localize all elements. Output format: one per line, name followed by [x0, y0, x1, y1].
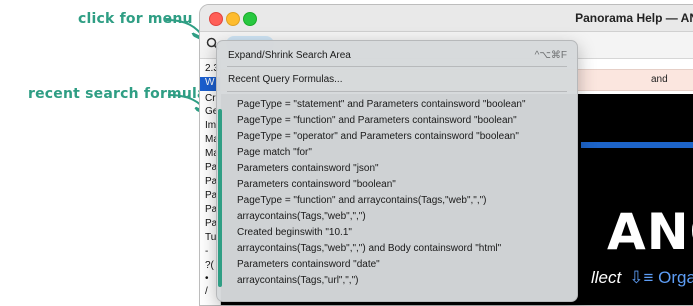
- sidebar-item[interactable]: •: [205, 273, 209, 284]
- sidebar-item[interactable]: Im: [205, 120, 216, 131]
- banner-organize-text: ⇩≡ Orga: [629, 268, 693, 287]
- banner-stripe: [581, 142, 693, 148]
- menu-item-expand-shrink[interactable]: Expand/Shrink Search Area: [228, 50, 351, 61]
- banner-tagline: llect ⇩≡ Orga: [591, 268, 693, 288]
- menu-item-recent-query-formulas[interactable]: Recent Query Formulas...: [228, 74, 342, 85]
- menu-item-formula[interactable]: arraycontains(Tags,"web",","): [237, 211, 366, 222]
- menu-item-formula[interactable]: arraycontains(Tags,"web",",") and Body c…: [237, 243, 501, 254]
- close-window-button[interactable]: [209, 12, 223, 26]
- menu-item-formula[interactable]: Parameters containsword "date": [237, 259, 380, 270]
- annotation-formula-bracket: [218, 109, 222, 287]
- sidebar-item[interactable]: ?(: [205, 260, 214, 271]
- sidebar-item[interactable]: -: [205, 246, 208, 257]
- menu-separator: [227, 66, 567, 67]
- menu-item-formula[interactable]: PageType = "function" and arraycontains(…: [237, 195, 487, 206]
- title-bar: Panorama Help — AN: [200, 5, 693, 32]
- window-title: Panorama Help — AN: [575, 11, 693, 25]
- banner-logo-text: ANO: [607, 203, 693, 261]
- menu-item-formula[interactable]: Page match "for": [237, 147, 312, 158]
- search-options-menu: Expand/Shrink Search Area ^⌥⌘F Recent Qu…: [216, 40, 578, 302]
- sidebar-item[interactable]: Cr: [205, 93, 216, 104]
- sidebar-item[interactable]: Tu: [205, 232, 216, 243]
- menu-item-formula[interactable]: PageType = "operator" and Parameters con…: [237, 131, 519, 142]
- menu-item-formula[interactable]: arraycontains(Tags,"url",","): [237, 275, 358, 286]
- menu-item-formula[interactable]: Parameters containsword "boolean": [237, 179, 396, 190]
- banner-tagline-text: llect: [591, 268, 622, 287]
- menu-shortcut: ^⌥⌘F: [534, 50, 567, 61]
- menu-item-formula[interactable]: PageType = "statement" and Parameters co…: [237, 99, 526, 110]
- menu-item-formula[interactable]: Created beginswith "10.1": [237, 227, 352, 238]
- header-cell: and: [651, 74, 668, 85]
- menu-separator: [227, 91, 567, 92]
- menu-item-formula[interactable]: Parameters containsword "json": [237, 163, 379, 174]
- sidebar-item[interactable]: /: [205, 286, 208, 297]
- zoom-window-button[interactable]: [243, 12, 257, 26]
- menu-item-formula[interactable]: PageType = "function" and Parameters con…: [237, 115, 517, 126]
- minimize-window-button[interactable]: [226, 12, 240, 26]
